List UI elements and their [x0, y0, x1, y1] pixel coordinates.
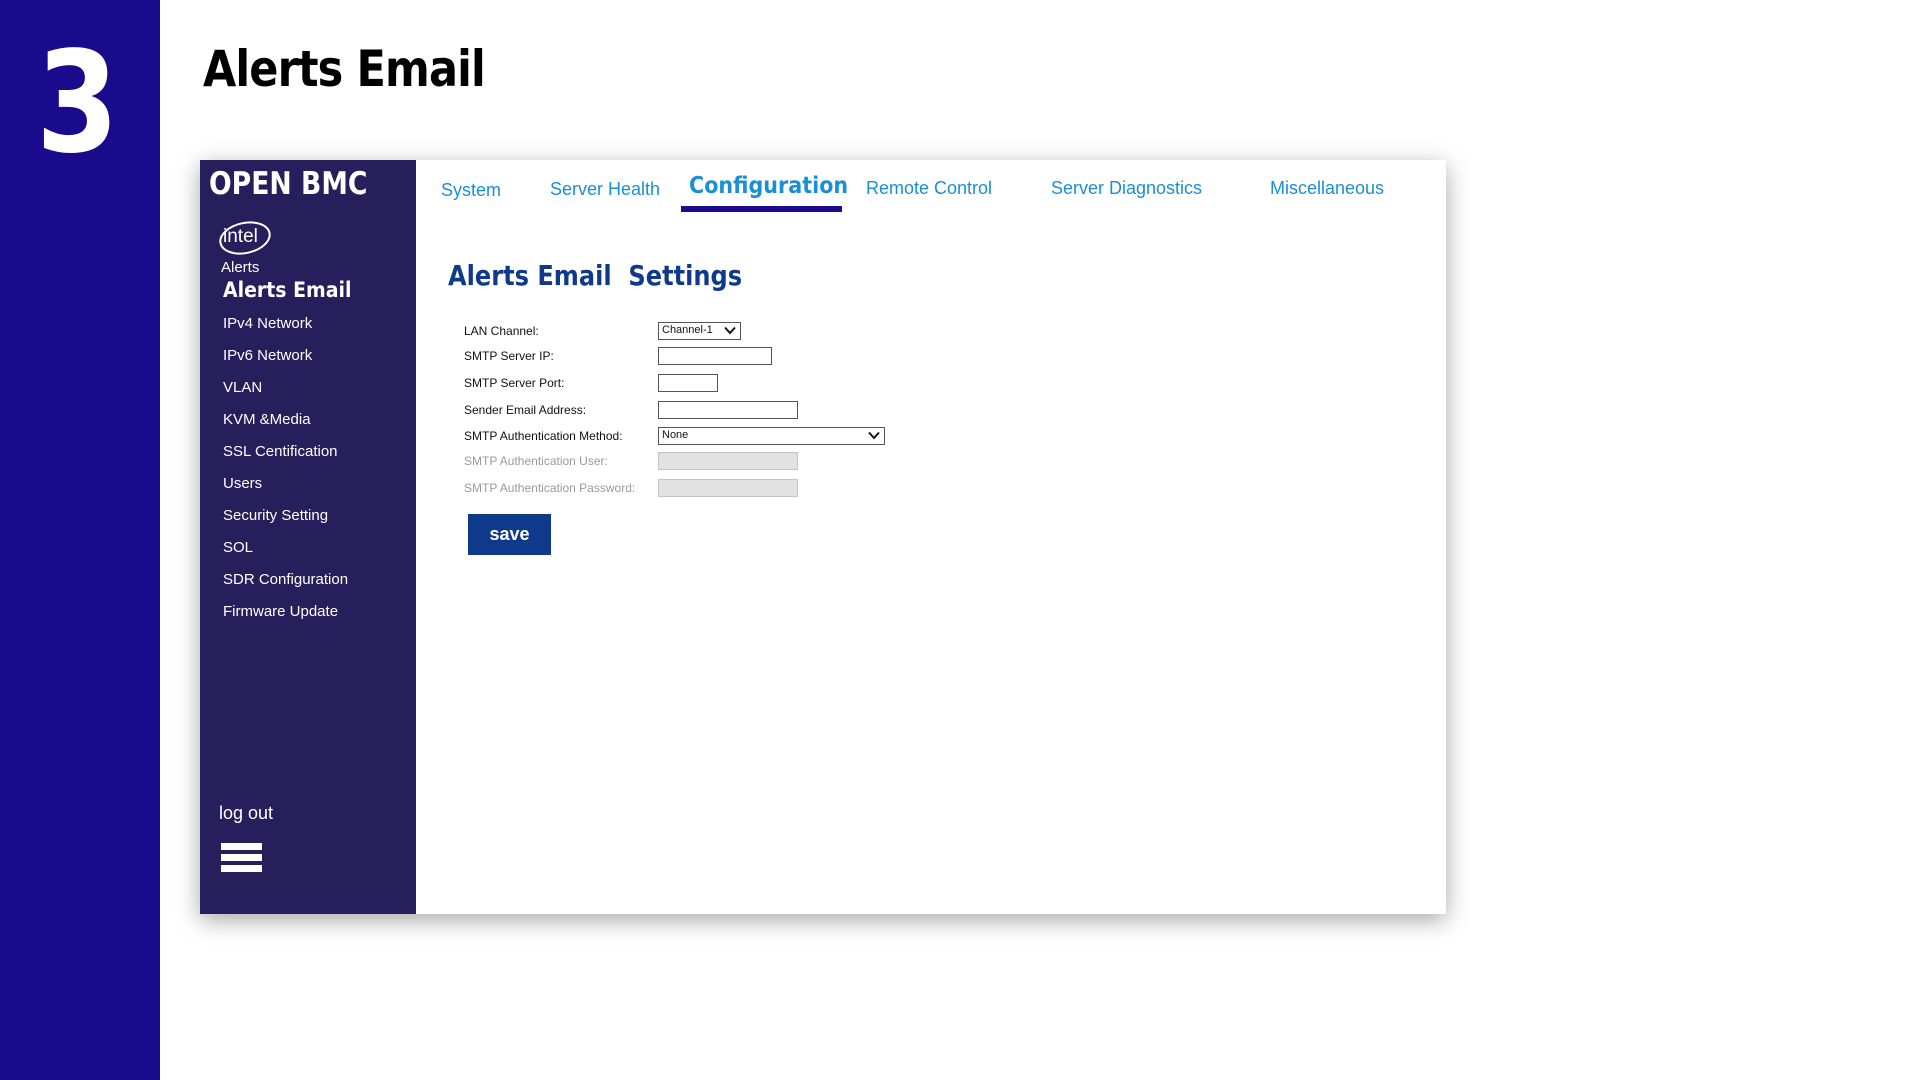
- smtp-auth-user-label: SMTP Authentication User:: [464, 454, 608, 468]
- sidebar-item-security-setting[interactable]: Security Setting: [223, 507, 328, 524]
- hamburger-menu-icon[interactable]: [221, 843, 262, 873]
- sender-email-input[interactable]: [658, 401, 798, 419]
- smtp-auth-user-input: [658, 452, 798, 470]
- smtp-server-ip-label: SMTP Server IP:: [464, 349, 554, 363]
- bmc-window: OPEN BMC intel Alerts Alerts Email IPv4 …: [200, 160, 1446, 914]
- sidebar-item-users[interactable]: Users: [223, 475, 262, 492]
- step-number: 3: [36, 22, 119, 185]
- lan-channel-select[interactable]: Channel-1: [658, 322, 741, 340]
- smtp-auth-password-label: SMTP Authentication Password:: [464, 481, 636, 495]
- sidebar-item-alerts[interactable]: Alerts: [221, 259, 259, 276]
- intel-logo: intel: [218, 220, 274, 256]
- sidebar-item-kvm-media[interactable]: KVM &Media: [223, 411, 311, 428]
- smtp-auth-method-select[interactable]: None: [658, 427, 885, 445]
- tab-system[interactable]: System: [441, 180, 501, 201]
- active-tab-indicator: [681, 206, 842, 212]
- sidebar-item-vlan[interactable]: VLAN: [223, 379, 262, 396]
- smtp-server-port-input[interactable]: [658, 374, 718, 392]
- smtp-auth-method-value: None: [662, 429, 689, 441]
- smtp-auth-method-label: SMTP Authentication Method:: [464, 429, 623, 443]
- slide-left-band: 3: [0, 0, 160, 1080]
- intel-logo-text: intel: [223, 226, 258, 247]
- tab-configuration[interactable]: Configuration: [689, 173, 848, 199]
- tab-server-health[interactable]: Server Health: [550, 179, 660, 200]
- sidebar-item-alerts-email[interactable]: Alerts Email: [223, 278, 351, 302]
- smtp-server-ip-input[interactable]: [658, 347, 772, 365]
- smtp-server-port-label: SMTP Server Port:: [464, 376, 565, 390]
- smtp-auth-password-input: [658, 479, 798, 497]
- logout-link[interactable]: log out: [219, 803, 273, 824]
- tab-miscellaneous[interactable]: Miscellaneous: [1270, 178, 1384, 199]
- sidebar-item-ipv4-network[interactable]: IPv4 Network: [223, 315, 312, 332]
- tab-server-diagnostics[interactable]: Server Diagnostics: [1051, 178, 1202, 199]
- tab-remote-control[interactable]: Remote Control: [866, 178, 992, 199]
- save-button[interactable]: save: [468, 514, 551, 555]
- chevron-down-icon: [724, 326, 736, 335]
- chevron-down-icon: [868, 431, 880, 440]
- settings-title: Alerts Email Settings: [448, 259, 743, 292]
- sidebar-item-sdr-configuration[interactable]: SDR Configuration: [223, 571, 348, 588]
- lan-channel-value: Channel-1: [662, 324, 713, 336]
- sidebar: OPEN BMC intel Alerts Alerts Email IPv4 …: [200, 160, 416, 914]
- sender-email-label: Sender Email Address:: [464, 403, 587, 417]
- lan-channel-label: LAN Channel:: [464, 324, 539, 338]
- sidebar-item-ssl-certification[interactable]: SSL Centification: [223, 443, 338, 460]
- sidebar-item-sol[interactable]: SOL: [223, 539, 253, 556]
- slide-title: Alerts Email: [203, 40, 486, 98]
- sidebar-item-firmware-update[interactable]: Firmware Update: [223, 603, 338, 620]
- sidebar-item-ipv6-network[interactable]: IPv6 Network: [223, 347, 312, 364]
- brand-title: OPEN BMC: [209, 166, 368, 202]
